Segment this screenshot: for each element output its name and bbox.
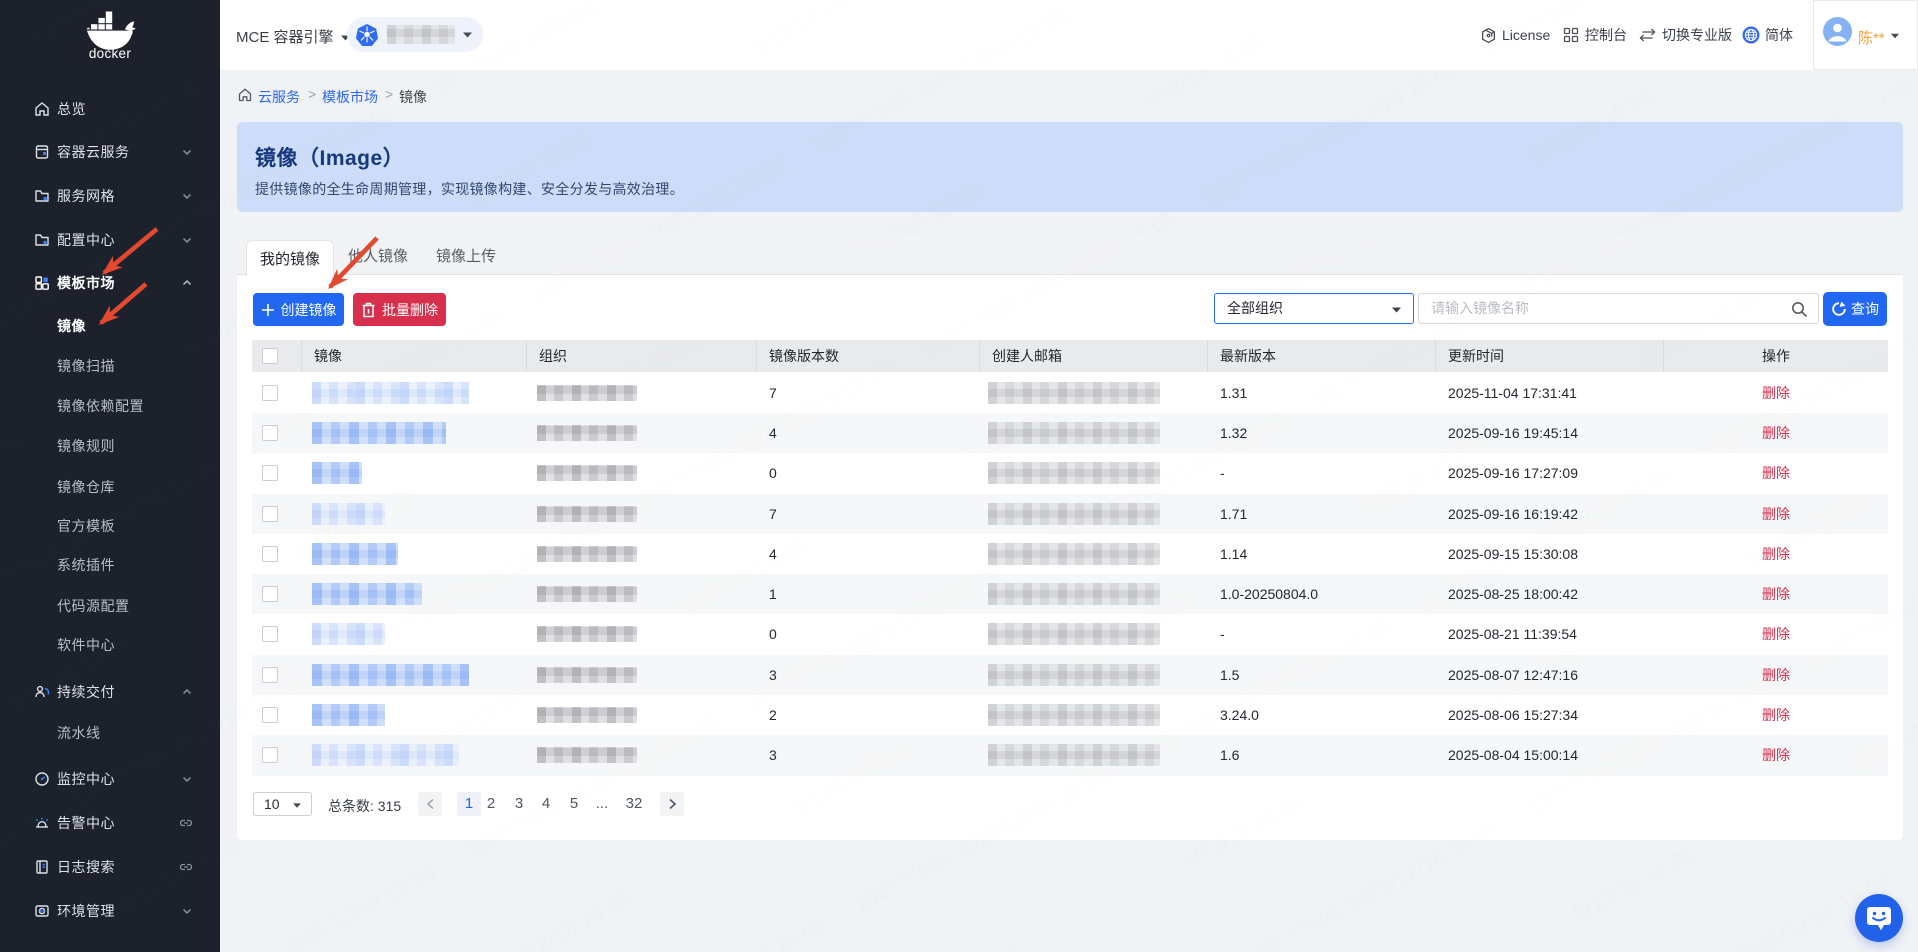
svg-text:docker: docker [89,46,132,59]
